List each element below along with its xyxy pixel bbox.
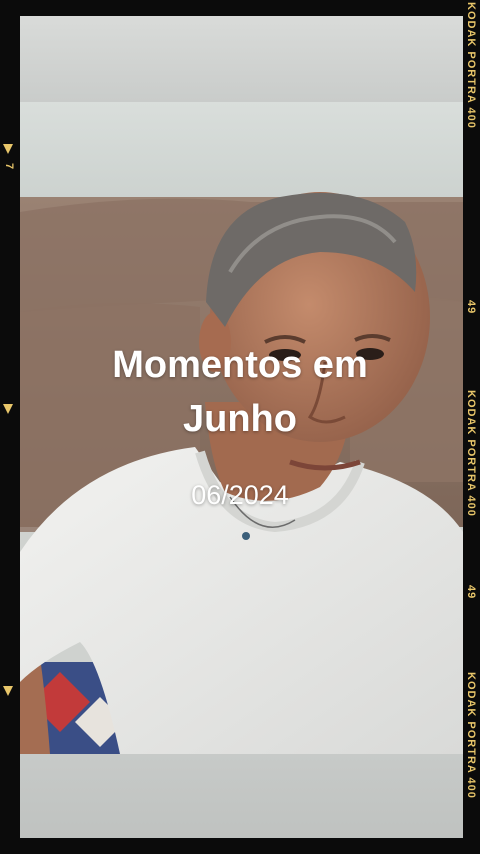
film-brand-2: KODAK PORTRA 400 bbox=[465, 390, 477, 517]
film-left-number: 7 bbox=[3, 163, 15, 171]
title-line-1: Momentos em bbox=[112, 344, 368, 386]
photo-top-band bbox=[20, 16, 463, 102]
film-arrow-marker-1 bbox=[3, 144, 13, 154]
film-frame-number-1: 49 bbox=[465, 300, 477, 315]
film-brand-1: KODAK PORTRA 400 bbox=[465, 2, 477, 129]
date-label: 06/2024 bbox=[191, 480, 289, 510]
film-arrow-marker-2 bbox=[3, 404, 13, 414]
photo-bottom-band bbox=[20, 754, 463, 838]
title-line-2: Junho bbox=[183, 398, 297, 440]
film-frame-number-2: 49 bbox=[465, 585, 477, 600]
film-arrow-marker-3 bbox=[3, 686, 13, 696]
film-frame: Momentos em Junho 06/2024 KODAK PORTRA 4… bbox=[0, 0, 480, 854]
film-brand-3: KODAK PORTRA 400 bbox=[465, 672, 477, 799]
